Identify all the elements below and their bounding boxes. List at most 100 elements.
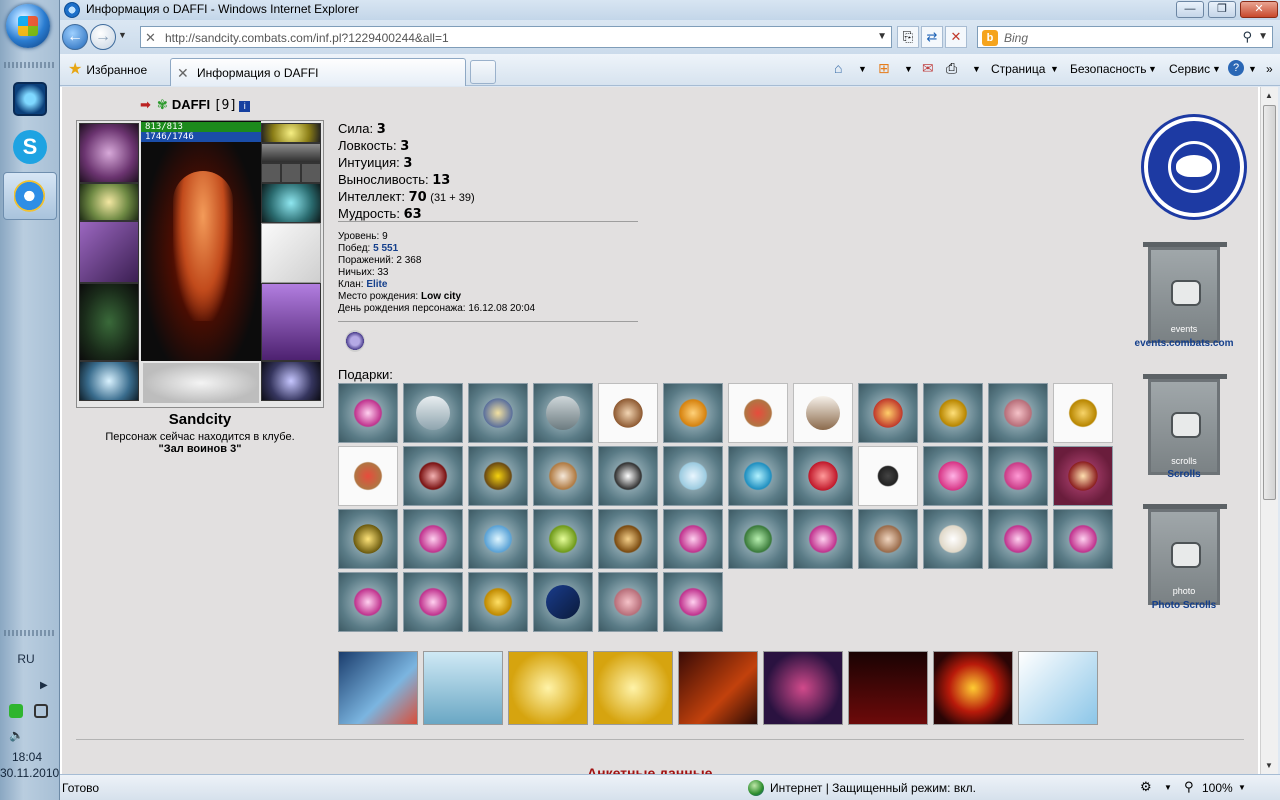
protected-dropdown-icon[interactable]: ▼ (1164, 783, 1172, 792)
scrolls-link[interactable]: Scrolls (1122, 469, 1246, 480)
ring-slot-3[interactable] (301, 163, 321, 183)
new-tab-button[interactable] (470, 60, 496, 84)
search-dropdown-icon[interactable]: ▼ (1258, 31, 1268, 42)
gift-item[interactable] (403, 572, 463, 632)
postcard-item[interactable] (848, 651, 928, 725)
back-button[interactable]: ← (62, 24, 88, 50)
gift-item[interactable] (338, 383, 398, 443)
clock-date[interactable]: 30.11.2010 (0, 766, 59, 780)
print-icon[interactable]: ⎙ (946, 60, 957, 77)
forward-button[interactable]: → (90, 24, 116, 50)
weapon-left-slot[interactable] (79, 221, 139, 283)
vertical-scrollbar[interactable]: ▲ ▼ (1260, 87, 1278, 774)
print-dropdown-icon[interactable]: ▼ (972, 64, 981, 74)
postcard-item[interactable] (763, 651, 843, 725)
badge-icon[interactable] (345, 330, 365, 352)
gift-item[interactable] (663, 383, 723, 443)
help-icon[interactable]: ? (1228, 60, 1244, 76)
armor-slot[interactable] (79, 283, 139, 361)
search-input[interactable]: Bing (1004, 31, 1028, 45)
gift-item[interactable] (923, 446, 983, 506)
postcard-item[interactable] (678, 651, 758, 725)
gift-item[interactable] (923, 509, 983, 569)
clock-time[interactable]: 18:04 (0, 750, 54, 764)
scrollbar-thumb[interactable] (1263, 105, 1276, 500)
feeds-dropdown-icon[interactable]: ▼ (904, 64, 913, 74)
gift-item[interactable] (858, 383, 918, 443)
help-dropdown-icon[interactable]: ▼ (1248, 64, 1257, 74)
gift-item[interactable] (533, 383, 593, 443)
close-button[interactable]: ✕ (1240, 1, 1278, 18)
photo-scrolls-link[interactable]: Photo Scrolls (1122, 600, 1246, 611)
postcard-item[interactable] (593, 651, 673, 725)
compatibility-view-icon[interactable]: ⎘ (897, 26, 919, 48)
ring-slot-1[interactable] (261, 163, 281, 183)
maximize-button[interactable]: ❐ (1208, 1, 1236, 18)
gift-item[interactable] (468, 383, 528, 443)
pants-slot[interactable] (261, 283, 321, 361)
tray-check-icon[interactable] (9, 704, 23, 718)
gift-item[interactable] (598, 509, 658, 569)
postcard-item[interactable] (933, 651, 1013, 725)
amulet-slot[interactable] (261, 143, 321, 163)
gift-item[interactable] (728, 509, 788, 569)
tab-active[interactable]: ✕ Информация о DAFFI (170, 58, 466, 86)
gift-item[interactable] (988, 383, 1048, 443)
gift-item[interactable] (923, 383, 983, 443)
earrings-slot[interactable] (261, 123, 321, 143)
gift-item[interactable] (403, 383, 463, 443)
protected-mode-icon[interactable]: ⚙ (1140, 779, 1152, 795)
gift-item[interactable] (338, 446, 398, 506)
info-icon[interactable]: i (239, 101, 251, 112)
gift-item[interactable] (533, 572, 593, 632)
search-box[interactable]: b Bing ⚲ ▼ (977, 26, 1273, 48)
gift-item[interactable] (663, 446, 723, 506)
gift-item[interactable] (403, 446, 463, 506)
gift-item[interactable] (728, 383, 788, 443)
gloves-slot[interactable] (261, 183, 321, 223)
photo-banner[interactable]: photo (1143, 504, 1227, 605)
zoom-level[interactable]: 100% (1202, 781, 1233, 795)
gift-item[interactable] (533, 446, 593, 506)
gift-item[interactable] (338, 572, 398, 632)
postcard-item[interactable] (338, 651, 418, 725)
gift-item[interactable] (858, 446, 918, 506)
boots-slot[interactable] (261, 361, 321, 401)
scrolls-banner[interactable]: scrolls (1143, 374, 1227, 475)
taskbar-app-skype[interactable]: S (3, 124, 57, 172)
page-menu[interactable]: Страница (991, 62, 1045, 76)
gift-item[interactable] (598, 446, 658, 506)
taskbar-app-star[interactable] (3, 76, 57, 124)
gift-item[interactable] (403, 509, 463, 569)
wins-link[interactable]: 5 551 (373, 243, 398, 254)
clan-link[interactable]: Elite (366, 279, 387, 290)
scroll-up-icon[interactable]: ▲ (1265, 91, 1273, 100)
more-commands-icon[interactable]: » (1266, 62, 1273, 76)
gift-item[interactable] (1053, 383, 1113, 443)
gift-item[interactable] (663, 572, 723, 632)
search-icon[interactable]: ⚲ (1242, 29, 1252, 45)
postcard-item[interactable] (508, 651, 588, 725)
tools-menu[interactable]: Сервис (1169, 62, 1210, 76)
recent-pages-dropdown-icon[interactable]: ▼ (118, 30, 127, 40)
gift-item[interactable] (598, 572, 658, 632)
bracers-slot[interactable] (79, 183, 139, 221)
helmet-slot[interactable] (79, 123, 139, 183)
gift-item[interactable] (338, 509, 398, 569)
gift-item[interactable] (663, 509, 723, 569)
address-bar[interactable]: ✕ http://sandcity.combats.com/inf.pl?122… (140, 26, 892, 48)
volume-icon[interactable]: 🔈 (9, 728, 24, 742)
gift-item[interactable] (858, 509, 918, 569)
stop-icon[interactable]: ✕ (945, 26, 967, 48)
ring-slot-2[interactable] (281, 163, 301, 183)
gift-item[interactable] (468, 446, 528, 506)
taskbar-app-ie[interactable] (3, 172, 57, 220)
language-indicator[interactable]: RU (0, 652, 52, 666)
favorites-button[interactable]: ★ Избранное (64, 59, 153, 81)
clan-emblem[interactable] (1144, 117, 1244, 217)
gift-item[interactable] (793, 383, 853, 443)
safety-menu[interactable]: Безопасность (1070, 62, 1147, 76)
gift-item[interactable] (988, 446, 1048, 506)
address-url[interactable]: http://sandcity.combats.com/inf.pl?12294… (165, 31, 449, 45)
show-hidden-icons-icon[interactable]: ▶ (40, 680, 48, 691)
